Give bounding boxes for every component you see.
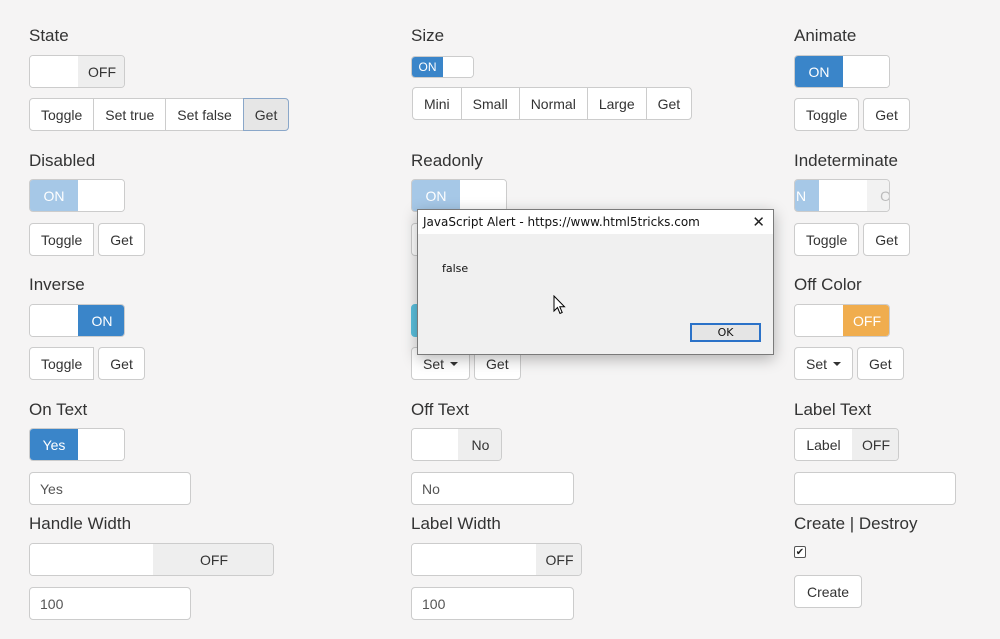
indeterminate-handle <box>819 180 867 211</box>
label-width-label: Label Width <box>411 514 501 533</box>
on-text-handle <box>78 429 124 460</box>
state-button-group: Toggle Set true Set false Get <box>29 98 290 131</box>
size-normal-button[interactable]: Normal <box>518 87 588 120</box>
animate-get-button[interactable]: Get <box>863 98 910 131</box>
javascript-alert-dialog: JavaScript Alert - https://www.html5tric… <box>417 209 774 355</box>
state-handle <box>30 56 78 87</box>
inverse-handle <box>30 305 78 336</box>
label-width-off: OFF <box>536 544 581 575</box>
on-text-label: On Text <box>29 400 88 419</box>
state-set-true-button[interactable]: Set true <box>93 98 167 131</box>
off-color-set-dropdown[interactable]: Set <box>794 347 854 380</box>
disabled-label: Disabled <box>29 151 96 170</box>
label-width-input[interactable] <box>411 587 574 620</box>
off-text-input[interactable] <box>411 472 574 505</box>
disabled-on: ON <box>30 180 78 211</box>
handle-width-label: Handle Width <box>29 514 132 533</box>
inverse-switch[interactable]: ON <box>29 304 125 337</box>
label-text-input[interactable] <box>794 472 956 505</box>
animate-handle <box>843 56 889 87</box>
off-color-handle <box>795 305 843 336</box>
size-mini-button[interactable]: Mini <box>412 87 462 120</box>
inverse-button-group: Toggle Get <box>29 347 145 380</box>
size-large-button[interactable]: Large <box>586 87 647 120</box>
alert-title-bar: JavaScript Alert - https://www.html5tric… <box>418 210 773 234</box>
alert-message: false <box>442 262 469 275</box>
indeterminate-get-button[interactable]: Get <box>863 223 910 256</box>
caret-down-icon <box>833 361 842 366</box>
disabled-handle <box>78 180 124 211</box>
create-destroy-checkbox[interactable]: ✔ <box>794 546 806 558</box>
off-color-get-button[interactable]: Get <box>857 347 904 380</box>
disabled-toggle-button[interactable]: Toggle <box>29 223 95 256</box>
indeterminate-button-group: Toggle Get <box>794 223 910 256</box>
readonly-on: ON <box>412 180 460 211</box>
handle-width-off: OFF <box>153 544 273 575</box>
size-handle <box>443 57 473 77</box>
create-destroy-label: Create | Destroy <box>794 514 918 533</box>
alert-title: JavaScript Alert - https://www.html5tric… <box>423 215 700 229</box>
label-width-handle <box>412 544 536 575</box>
on-text-switch[interactable]: Yes <box>29 428 125 461</box>
on-text-on: Yes <box>30 429 78 460</box>
off-text-label: Off Text <box>411 400 469 419</box>
readonly-handle <box>460 180 506 211</box>
inverse-label: Inverse <box>29 275 85 294</box>
readonly-label: Readonly <box>411 151 483 170</box>
off-text-off: No <box>458 429 501 460</box>
animate-toggle-button[interactable]: Toggle <box>794 98 860 131</box>
state-off: OFF <box>78 56 124 87</box>
state-switch[interactable]: OFF <box>29 55 125 88</box>
inverse-toggle-button[interactable]: Toggle <box>29 347 95 380</box>
caret-down-icon <box>450 361 459 366</box>
create-button[interactable]: Create <box>794 575 863 608</box>
animate-label: Animate <box>794 26 857 45</box>
handle-width-handle <box>30 544 153 575</box>
size-small-button[interactable]: Small <box>460 87 520 120</box>
readonly-switch: ON <box>411 179 507 212</box>
handle-width-switch[interactable]: OFF <box>29 543 274 576</box>
off-color-label: Off Color <box>794 275 862 294</box>
state-get-button[interactable]: Get <box>242 98 290 131</box>
label-text-label: Label Text <box>794 400 872 419</box>
label-text-label-seg: Label <box>795 429 852 460</box>
label-text-switch[interactable]: Label OFF <box>794 428 899 461</box>
label-width-switch[interactable]: OFF <box>411 543 582 576</box>
animate-on: ON <box>795 56 843 87</box>
size-get-button[interactable]: Get <box>645 87 693 120</box>
size-button-group: Mini Small Normal Large Get <box>412 87 693 120</box>
on-text-input[interactable] <box>29 472 191 505</box>
close-icon[interactable]: ✕ <box>752 213 765 231</box>
off-color-off: OFF <box>843 305 889 336</box>
indeterminate-label: Indeterminate <box>794 151 898 170</box>
off-text-handle <box>412 429 458 460</box>
mouse-cursor-icon <box>553 295 566 315</box>
size-label: Size <box>411 26 445 45</box>
animate-switch[interactable]: ON <box>794 55 890 88</box>
state-set-false-button[interactable]: Set false <box>165 98 244 131</box>
inverse-on: ON <box>78 305 124 336</box>
disabled-get-button[interactable]: Get <box>98 223 145 256</box>
create-button-group: Create <box>794 575 863 608</box>
indeterminate-switch[interactable]: N O <box>794 179 890 212</box>
off-text-switch[interactable]: No <box>411 428 502 461</box>
state-label: State <box>29 26 69 45</box>
indeterminate-toggle-button[interactable]: Toggle <box>794 223 860 256</box>
disabled-switch: ON <box>29 179 125 212</box>
animate-button-group: Toggle Get <box>794 98 910 131</box>
size-switch[interactable]: ON <box>411 56 474 78</box>
state-toggle-button[interactable]: Toggle <box>29 98 95 131</box>
disabled-button-group: Toggle Get <box>29 223 145 256</box>
handle-width-input[interactable] <box>29 587 191 620</box>
size-on: ON <box>412 57 443 77</box>
inverse-get-button[interactable]: Get <box>98 347 145 380</box>
label-text-off: OFF <box>852 429 898 460</box>
indeterminate-off: O <box>867 180 889 211</box>
off-color-switch[interactable]: OFF <box>794 304 890 337</box>
alert-ok-button[interactable]: OK <box>690 323 761 342</box>
off-color-button-group: Set Get <box>794 347 904 380</box>
indeterminate-on: N <box>795 180 820 211</box>
